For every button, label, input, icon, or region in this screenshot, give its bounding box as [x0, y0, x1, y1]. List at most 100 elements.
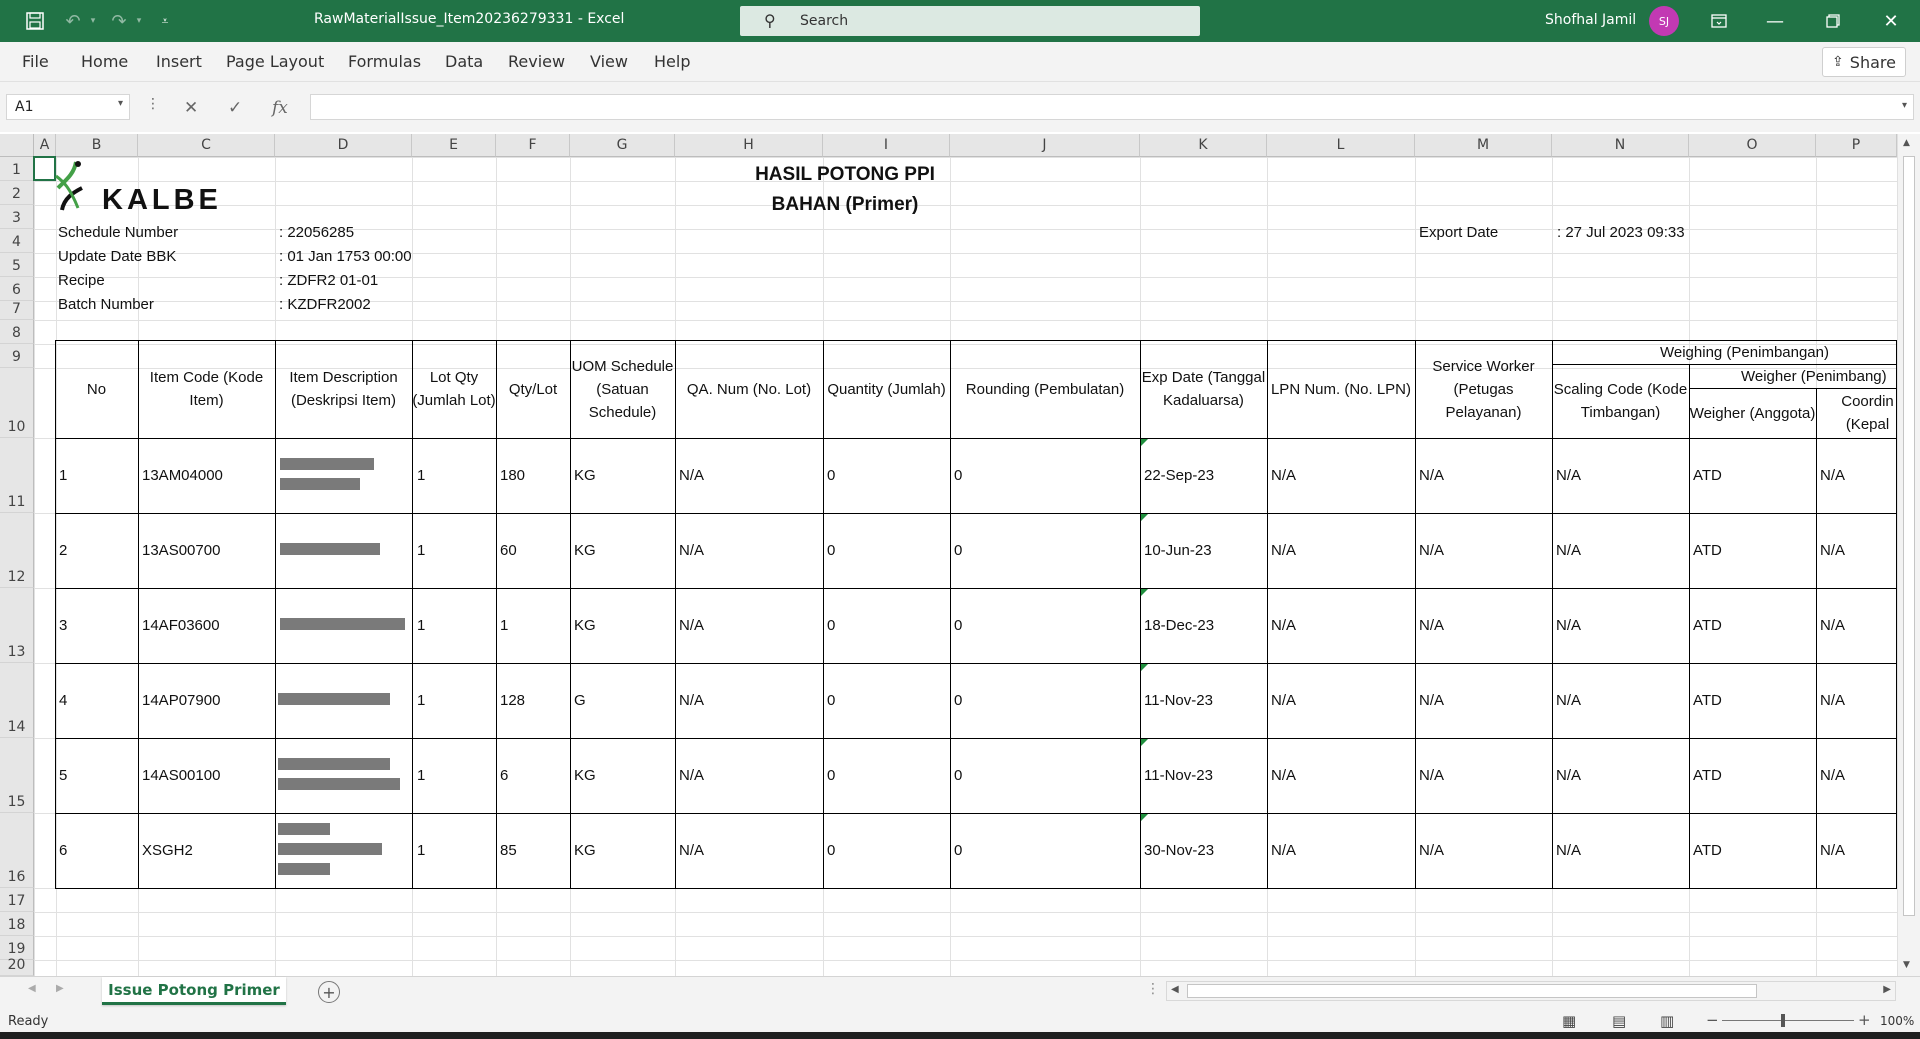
zoom-out-icon[interactable]: − — [1706, 1011, 1719, 1029]
table-cell-coord[interactable]: N/A — [1820, 692, 1845, 709]
table-cell-sw[interactable]: N/A — [1419, 767, 1444, 784]
table-cell-no[interactable]: 6 — [59, 842, 67, 859]
table-cell-rounding[interactable]: 0 — [954, 467, 962, 484]
row-header[interactable]: 1 — [0, 157, 34, 181]
zoom-slider-thumb[interactable] — [1781, 1014, 1785, 1027]
table-cell-quantity[interactable]: 0 — [827, 842, 835, 859]
column-header[interactable]: C — [138, 134, 275, 157]
table-cell-lot[interactable]: 1 — [417, 767, 425, 784]
table-cell-lpn[interactable]: N/A — [1271, 767, 1296, 784]
undo-icon[interactable]: ↶ — [58, 0, 88, 42]
add-sheet-icon[interactable]: + — [318, 981, 340, 1003]
table-cell-code[interactable]: 14AF03600 — [142, 617, 220, 634]
menu-help[interactable]: Help — [654, 52, 690, 71]
column-header[interactable]: A — [34, 134, 56, 157]
table-cell-weigher[interactable]: ATD — [1693, 842, 1722, 859]
table-cell-coord[interactable]: N/A — [1820, 842, 1845, 859]
table-cell-exp[interactable]: 18-Dec-23 — [1144, 617, 1214, 634]
table-cell-no[interactable]: 5 — [59, 767, 67, 784]
row-header[interactable]: 3 — [0, 205, 34, 229]
table-cell-lot[interactable]: 1 — [417, 692, 425, 709]
select-all-corner[interactable] — [0, 134, 34, 157]
table-cell-sw[interactable]: N/A — [1419, 617, 1444, 634]
table-cell-rounding[interactable]: 0 — [954, 617, 962, 634]
scroll-down-icon[interactable]: ▼ — [1903, 960, 1910, 970]
table-cell-exp[interactable]: 10-Jun-23 — [1144, 542, 1212, 559]
table-cell-exp[interactable]: 22-Sep-23 — [1144, 467, 1214, 484]
table-cell-uom[interactable]: KG — [574, 842, 596, 859]
row-header[interactable]: 8 — [0, 320, 34, 344]
scroll-thumb[interactable] — [1903, 156, 1915, 916]
table-cell-no[interactable]: 2 — [59, 542, 67, 559]
column-header[interactable]: F — [496, 134, 570, 157]
menu-formulas[interactable]: Formulas — [348, 52, 421, 71]
redo-icon[interactable]: ↷ — [104, 0, 134, 42]
column-header[interactable]: O — [1689, 134, 1816, 157]
table-cell-qa[interactable]: N/A — [679, 617, 704, 634]
column-header[interactable]: K — [1140, 134, 1267, 157]
column-header[interactable]: L — [1267, 134, 1415, 157]
table-cell-quantity[interactable]: 0 — [827, 542, 835, 559]
table-cell-qa[interactable]: N/A — [679, 542, 704, 559]
share-button[interactable]: ⇪ Share — [1822, 47, 1906, 77]
ribbon-display-icon[interactable] — [1704, 0, 1734, 42]
tab-issue-potong-primer[interactable]: Issue Potong Primer — [102, 977, 286, 1005]
table-cell-scale[interactable]: N/A — [1556, 842, 1581, 859]
vertical-scrollbar[interactable]: ▲ ▼ — [1897, 134, 1920, 976]
table-cell-lpn[interactable]: N/A — [1271, 692, 1296, 709]
save-icon[interactable] — [20, 0, 50, 42]
menu-home[interactable]: Home — [81, 52, 128, 71]
table-cell-rounding[interactable]: 0 — [954, 842, 962, 859]
table-cell-sw[interactable]: N/A — [1419, 542, 1444, 559]
table-cell-uom[interactable]: KG — [574, 542, 596, 559]
table-cell-uom[interactable]: KG — [574, 467, 596, 484]
table-cell-uom[interactable]: KG — [574, 767, 596, 784]
table-cell-coord[interactable]: N/A — [1820, 542, 1845, 559]
table-cell-quantity[interactable]: 0 — [827, 692, 835, 709]
formula-input[interactable]: ▾ — [310, 94, 1914, 120]
redo-dropdown-icon[interactable]: ▾ — [132, 0, 146, 42]
next-sheet-icon[interactable]: ▶ — [56, 983, 64, 994]
table-cell-qa[interactable]: N/A — [679, 467, 704, 484]
row-header[interactable]: 5 — [0, 253, 34, 277]
table-cell-lpn[interactable]: N/A — [1271, 842, 1296, 859]
menu-page-layout[interactable]: Page Layout — [226, 52, 324, 71]
table-cell-sw[interactable]: N/A — [1419, 467, 1444, 484]
table-cell-code[interactable]: 13AM04000 — [142, 467, 223, 484]
table-cell-qa[interactable]: N/A — [679, 692, 704, 709]
table-cell-quantity[interactable]: 0 — [827, 767, 835, 784]
column-header[interactable]: B — [56, 134, 138, 157]
table-cell-no[interactable]: 4 — [59, 692, 67, 709]
normal-view-icon[interactable]: ▦ — [1562, 1012, 1576, 1030]
row-header[interactable]: 17 — [0, 888, 34, 912]
table-cell-exp[interactable]: 11-Nov-23 — [1144, 692, 1213, 709]
horizontal-scrollbar[interactable]: ◀ ▶ — [1166, 981, 1896, 1001]
table-cell-lpn[interactable]: N/A — [1271, 467, 1296, 484]
table-cell-scale[interactable]: N/A — [1556, 767, 1581, 784]
table-cell-quantity[interactable]: 0 — [827, 617, 835, 634]
table-cell-coord[interactable]: N/A — [1820, 467, 1845, 484]
table-cell-scale[interactable]: N/A — [1556, 617, 1581, 634]
table-cell-sw[interactable]: N/A — [1419, 692, 1444, 709]
column-header[interactable]: M — [1415, 134, 1552, 157]
table-cell-uom[interactable]: KG — [574, 617, 596, 634]
column-header[interactable]: N — [1552, 134, 1689, 157]
column-header[interactable]: D — [275, 134, 412, 157]
table-cell-coord[interactable]: N/A — [1820, 617, 1845, 634]
restore-icon[interactable] — [1818, 0, 1848, 42]
menu-file[interactable]: File — [22, 52, 49, 71]
column-header[interactable]: J — [950, 134, 1140, 157]
menu-view[interactable]: View — [590, 52, 628, 71]
user-name[interactable]: Shofhal Jamil — [1545, 12, 1636, 28]
table-cell-exp[interactable]: 30-Nov-23 — [1144, 842, 1214, 859]
table-cell-code[interactable]: 13AS00700 — [142, 542, 220, 559]
more-options-icon[interactable]: ⋮ — [146, 96, 160, 112]
scroll-right-icon[interactable]: ▶ — [1883, 984, 1891, 995]
table-cell-qty[interactable]: 85 — [500, 842, 517, 859]
column-header[interactable]: P — [1816, 134, 1897, 157]
enter-icon[interactable]: ✓ — [228, 98, 242, 118]
scroll-left-icon[interactable]: ◀ — [1171, 984, 1179, 995]
table-cell-scale[interactable]: N/A — [1556, 542, 1581, 559]
row-header[interactable]: 20 — [0, 957, 34, 976]
scroll-up-icon[interactable]: ▲ — [1903, 138, 1910, 148]
